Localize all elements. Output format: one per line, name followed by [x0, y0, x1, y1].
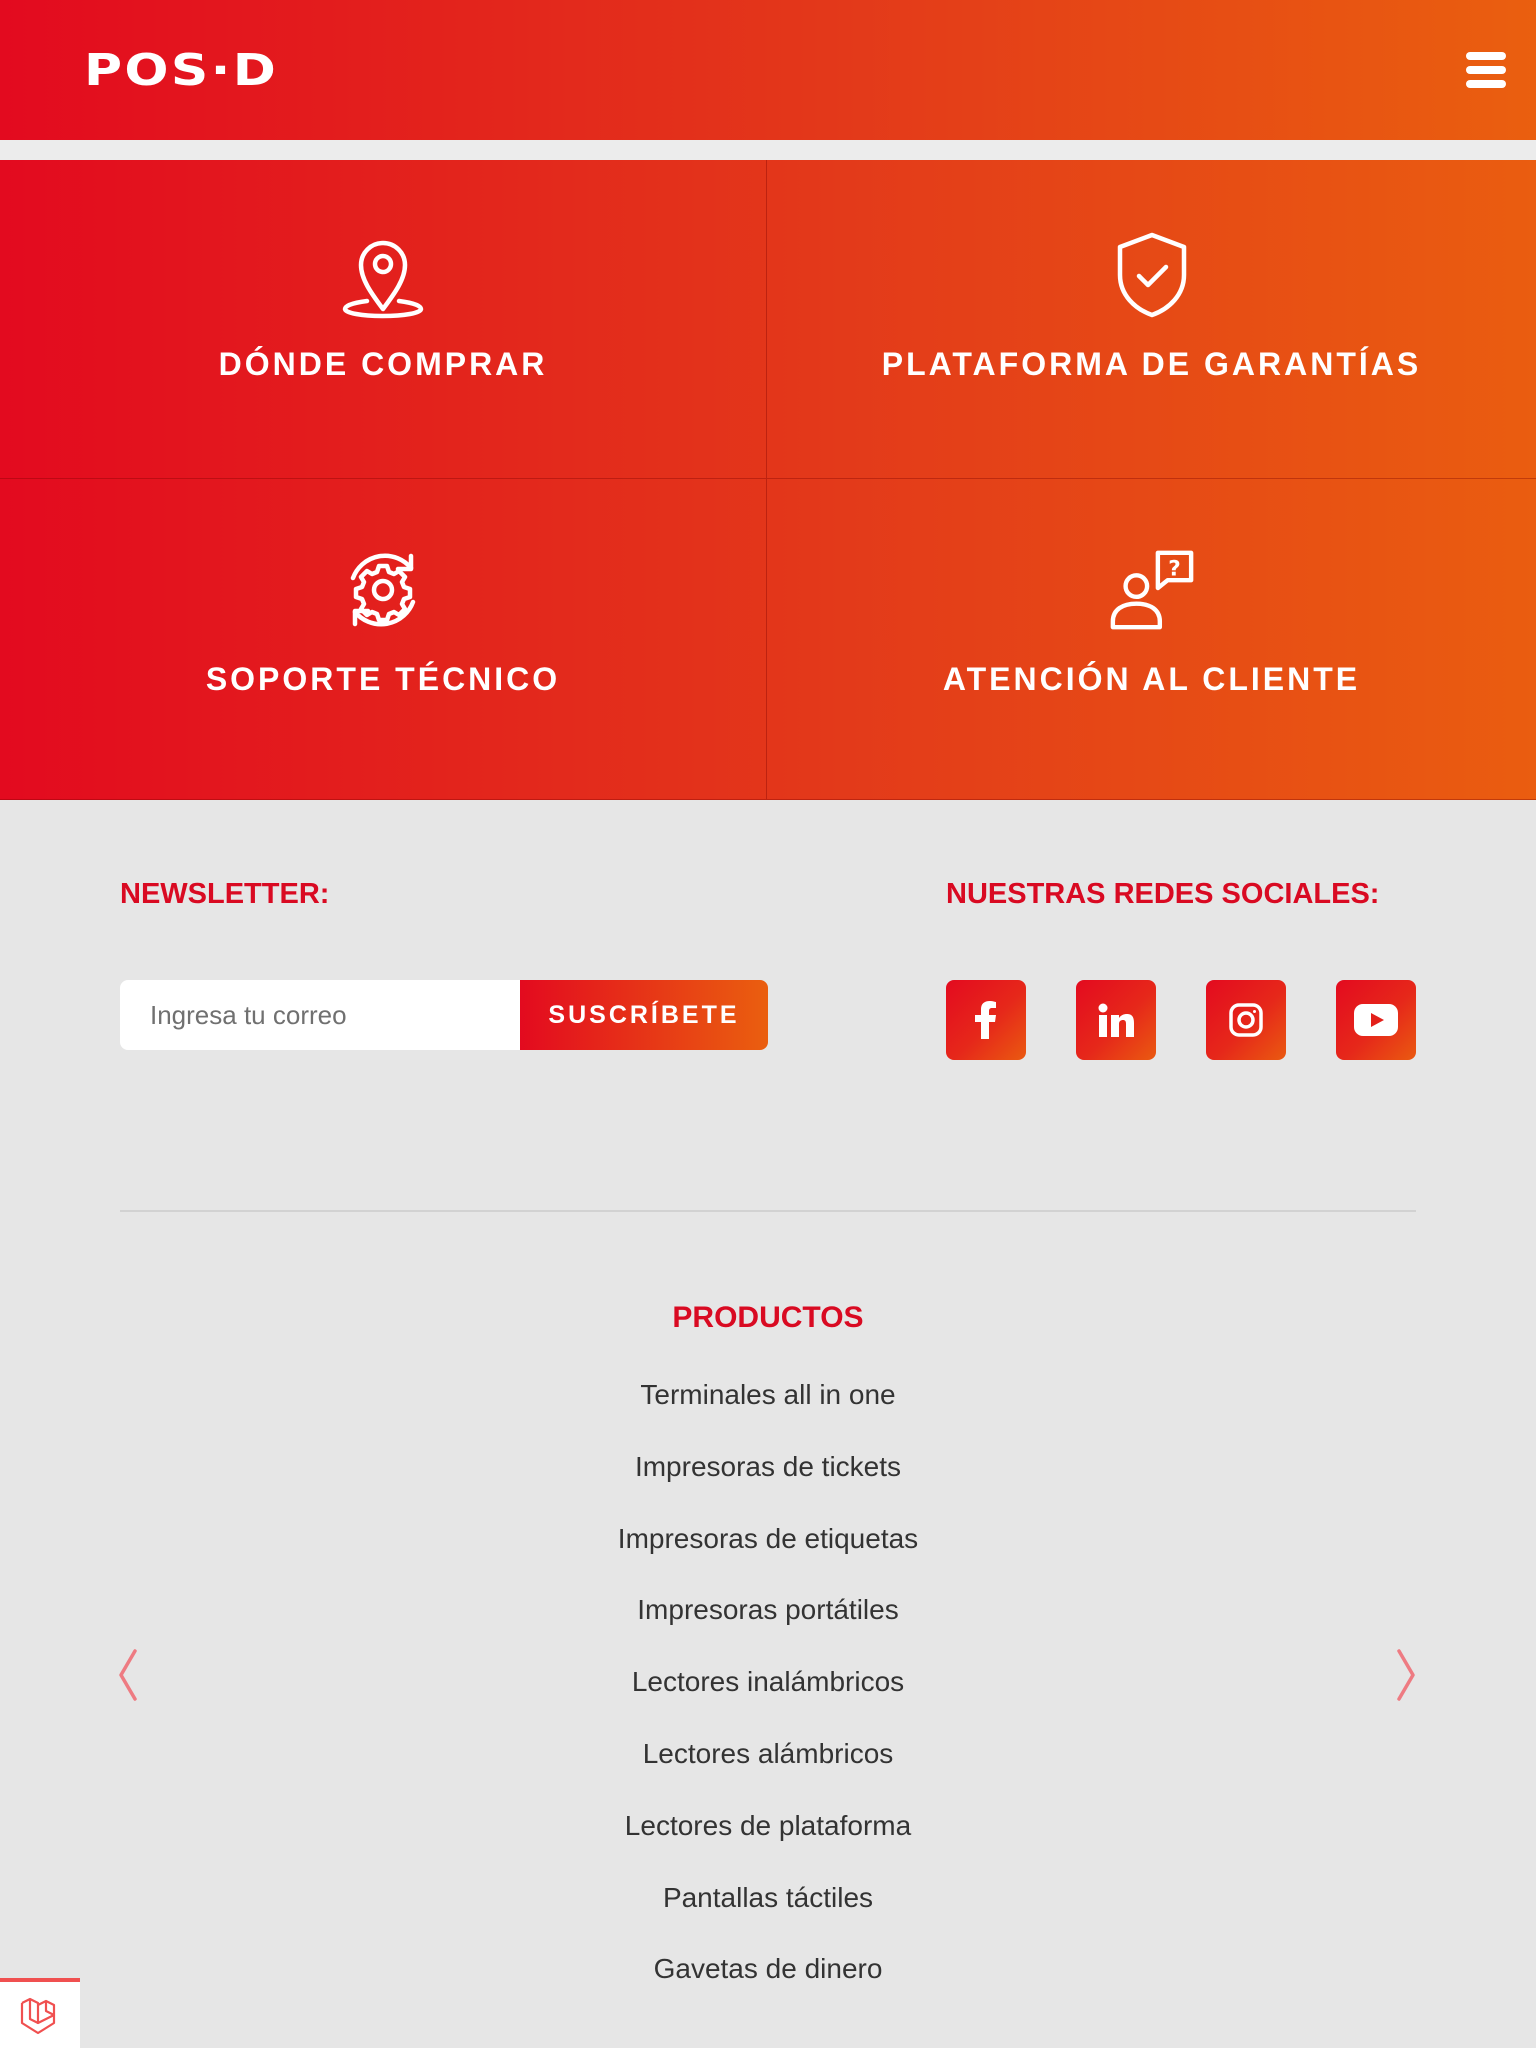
footer-divider: [120, 1210, 1416, 1212]
tile-label: ATENCIÓN AL CLIENTE: [942, 661, 1361, 697]
tile-atencion-cliente[interactable]: ? ATENCIÓN AL CLIENTE: [767, 479, 1536, 800]
product-link[interactable]: Impresoras de tickets: [0, 1432, 1536, 1504]
quick-links-grid: DÓNDE COMPRAR PLATAFORMA DE GARANTÍAS SO…: [0, 160, 1536, 800]
products-title: PRODUCTOS: [672, 1301, 864, 1334]
facebook-icon[interactable]: [946, 980, 1026, 1060]
newsletter-title: NEWSLETTER:: [120, 878, 330, 910]
social-links: [946, 980, 1416, 1060]
newsletter-email-input[interactable]: [120, 980, 520, 1050]
youtube-icon[interactable]: [1336, 980, 1416, 1060]
products-list: Terminales all in one Impresoras de tick…: [0, 1360, 1536, 2006]
svg-text:?: ?: [1168, 556, 1180, 581]
gear-refresh-icon: [338, 545, 428, 635]
subscribe-button[interactable]: SUSCRÍBETE: [520, 980, 768, 1050]
products-section: PRODUCTOS Terminales all in one Impresor…: [0, 1290, 1536, 2006]
laravel-debug-icon[interactable]: [0, 1978, 80, 2048]
chevron-left-icon[interactable]: [113, 1645, 143, 1705]
product-link[interactable]: Impresoras de etiquetas: [0, 1504, 1536, 1576]
pos-d-logo[interactable]: POS·D: [84, 45, 278, 96]
instagram-icon[interactable]: [1206, 980, 1286, 1060]
tile-label: SOPORTE TÉCNICO: [205, 661, 561, 697]
tile-plataforma-garantias[interactable]: PLATAFORMA DE GARANTÍAS: [767, 160, 1536, 479]
tile-label: DÓNDE COMPRAR: [218, 346, 548, 382]
product-link[interactable]: Gavetas de dinero: [0, 1934, 1536, 2006]
social-title: NUESTRAS REDES SOCIALES:: [946, 878, 1380, 910]
product-link[interactable]: Lectores alámbricos: [0, 1719, 1536, 1791]
product-link[interactable]: Pantallas táctiles: [0, 1863, 1536, 1935]
chevron-right-icon[interactable]: [1391, 1645, 1421, 1705]
shield-check-icon: [1107, 230, 1197, 320]
tile-donde-comprar[interactable]: DÓNDE COMPRAR: [0, 160, 767, 479]
user-question-icon: ?: [1107, 545, 1197, 635]
site-header: POS·D: [0, 0, 1536, 140]
product-link[interactable]: Lectores de plataforma: [0, 1791, 1536, 1863]
tile-soporte-tecnico[interactable]: SOPORTE TÉCNICO: [0, 479, 767, 800]
product-link[interactable]: Lectores inalámbricos: [0, 1647, 1536, 1719]
linkedin-icon[interactable]: [1076, 980, 1156, 1060]
location-pin-icon: [338, 230, 428, 320]
newsletter-form: SUSCRÍBETE: [120, 980, 768, 1050]
tile-label: PLATAFORMA DE GARANTÍAS: [881, 346, 1422, 382]
header-shadow-strip: [0, 140, 1536, 160]
hamburger-icon[interactable]: [1466, 50, 1506, 90]
product-link[interactable]: Impresoras portátiles: [0, 1575, 1536, 1647]
product-link[interactable]: Terminales all in one: [0, 1360, 1536, 1432]
